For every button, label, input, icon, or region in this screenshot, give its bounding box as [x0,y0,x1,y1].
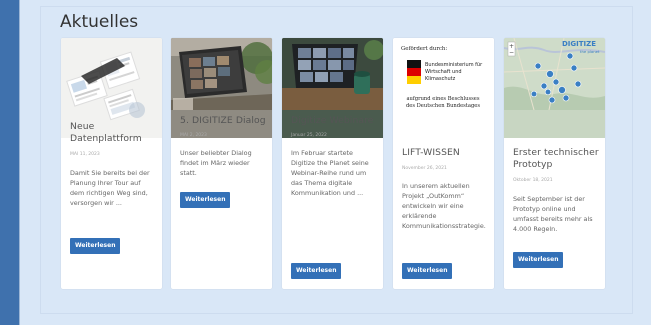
left-accent-bar [0,0,19,325]
news-card-webinare: Digitize Webinare Januar 25, 2022 Im Feb… [282,38,383,289]
card-title[interactable]: Erster technischer Prototyp [513,147,599,171]
svg-text:−: − [509,50,514,57]
federal-eagle-icon [407,60,421,86]
card-title[interactable]: Digitize Webinare [291,115,377,127]
video-call-image [282,38,383,110]
card-image-map[interactable]: + − DIGITIZE the planet [504,38,605,138]
bundestag-resolution: aufgrund eines Beschlusses des Deutschen… [405,96,481,109]
card-excerpt: In unserem aktuellen Projekt „OutKomm“ e… [402,182,486,230]
card-title[interactable]: Neue Datenplattform [70,121,156,145]
news-card-dialog: 5. DIGITIZE Dialog MAI 2, 2023 Unser bel… [171,38,272,289]
ministry-name: Bundesministerium für Wirtschaft und Kli… [425,62,483,82]
laptop-meeting-image [171,38,272,110]
card-image-funding[interactable]: Gefördert durch: Bundesministerium für W… [393,38,494,138]
card-excerpt: Im Februar startete Digitize the Planet … [291,149,369,197]
card-excerpt: Damit Sie bereits bei der Planung Ihrer … [70,169,150,207]
card-title[interactable]: 5. DIGITIZE Dialog [180,115,266,127]
card-date: Januar 25, 2022 [291,133,327,138]
read-more-button[interactable]: Weiterlesen [70,238,121,254]
card-title[interactable]: LIFT-WISSEN [402,147,488,159]
news-card-datenplattform: Neue Datenplattform MAI 11, 2023 Damit S… [61,38,162,289]
card-date: November 26, 2021 [402,166,447,171]
card-date: MAI 2, 2023 [180,133,207,138]
read-more-button[interactable]: Weiterlesen [402,263,453,279]
card-excerpt: Unser beliebter Dialog findet im März wi… [180,149,252,177]
read-more-button[interactable]: Weiterlesen [513,252,564,268]
funding-label: Gefördert durch: [401,46,448,52]
news-card-lift-wissen: Gefördert durch: Bundesministerium für W… [393,38,494,289]
read-more-button[interactable]: Weiterlesen [291,263,342,279]
digitize-logo-sub: the planet [580,49,600,54]
read-more-button[interactable]: Weiterlesen [180,192,231,208]
card-date: Oktober 18, 2021 [513,178,553,183]
digitize-logo: DIGITIZE [562,40,597,48]
news-card-prototyp: + − DIGITIZE the planet Erster technisch… [504,38,605,289]
card-date: MAI 11, 2023 [70,152,100,157]
card-excerpt: Seit September ist der Prototyp online u… [513,195,593,233]
section-title: Aktuelles [60,12,139,32]
